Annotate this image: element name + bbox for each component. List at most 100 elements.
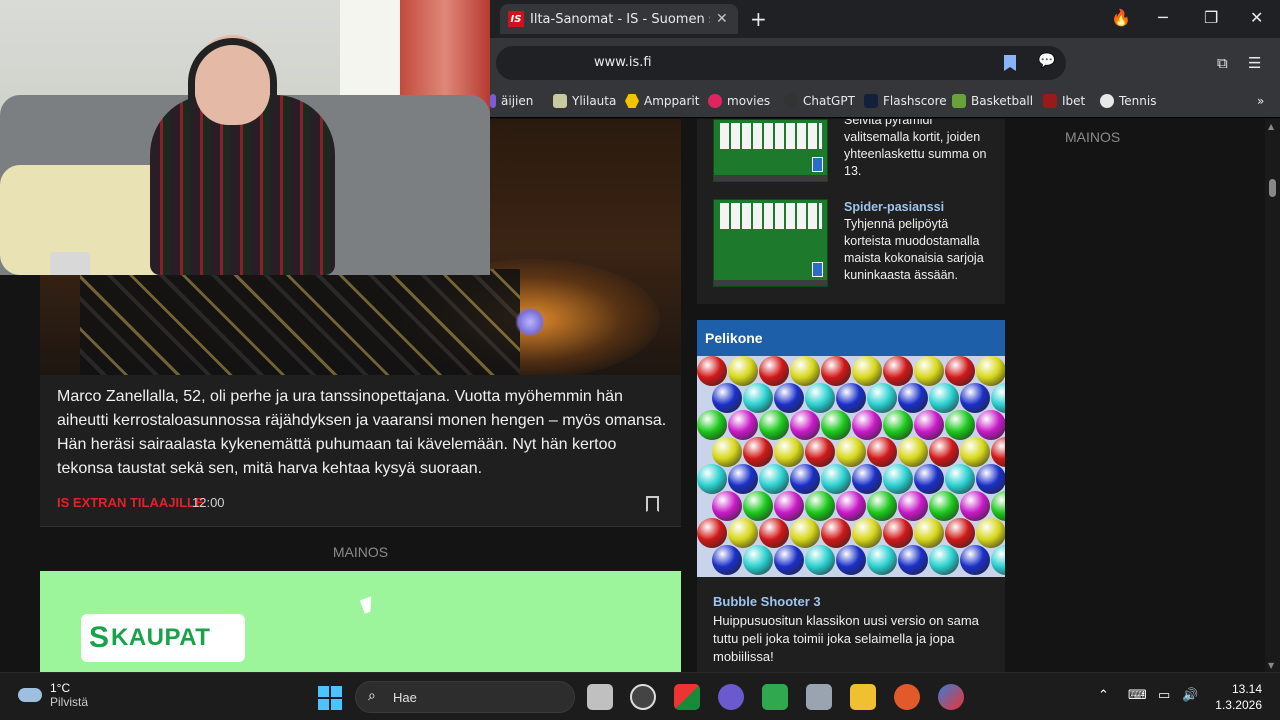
spider-game[interactable]: Spider-pasianssi Tyhjennä pelipöytä kort… — [844, 199, 994, 284]
scroll-up-icon[interactable]: ▲ — [1268, 122, 1274, 131]
bubble-shooter-title[interactable]: Bubble Shooter 3 — [713, 594, 821, 609]
bubble-icon — [991, 545, 1005, 575]
address-bar[interactable]: www.is.fi 💬 — [496, 46, 1066, 80]
spider-title[interactable]: Spider-pasianssi — [844, 199, 994, 216]
flame-icon[interactable]: 🔥 — [1111, 8, 1131, 27]
task-view-icon[interactable] — [587, 684, 613, 710]
copy-icon[interactable]: ⧉ — [1217, 54, 1228, 72]
bookmark-label: Basketball — [971, 94, 1034, 108]
bookmark-favicon-icon — [625, 94, 639, 108]
bubble-icon — [759, 518, 789, 548]
bubble-icon — [712, 437, 742, 467]
article-lead[interactable]: Marco Zanellalla, 52, oli perhe ja ura t… — [57, 385, 667, 481]
bookmark-icon[interactable] — [1004, 55, 1016, 71]
weather-widget[interactable]: 1°C Pilvistä — [18, 681, 88, 709]
obs-icon[interactable] — [630, 684, 656, 710]
windows-logo-tile — [318, 699, 329, 710]
url-text: www.is.fi — [594, 55, 652, 70]
spreadsheet-app-icon[interactable] — [762, 684, 788, 710]
bookmark-chatgpt[interactable]: ChatGPT — [784, 94, 855, 108]
windows-logo-tile — [331, 686, 342, 697]
taskbar-search[interactable]: ⌕ Hae — [355, 681, 575, 713]
bubble-icon — [960, 437, 990, 467]
new-tab-icon[interactable]: + — [750, 7, 767, 31]
bookmark-tennis[interactable]: Tennis — [1100, 94, 1156, 108]
bubble-icon — [929, 383, 959, 413]
pyramid-thumbnail[interactable] — [713, 119, 828, 182]
more-bookmarks-icon[interactable]: » — [1257, 94, 1264, 108]
bubble-icon — [898, 491, 928, 521]
bookmark-favicon-icon — [864, 94, 878, 108]
article-time: 12:00 — [192, 495, 225, 510]
pelikone-header[interactable]: Pelikone — [697, 320, 1005, 356]
headphones-icon — [188, 38, 277, 108]
bookmark-ampparit[interactable]: Ampparit — [625, 94, 699, 108]
bookmark-aijien[interactable]: äijien — [490, 94, 533, 108]
mug-icon — [50, 252, 90, 275]
chat-icon[interactable]: 💬 — [1038, 53, 1055, 69]
bubble-icon — [945, 356, 975, 386]
skaupat-ad[interactable]: S KAUPAT — [40, 571, 681, 672]
status-bar — [714, 175, 827, 181]
search-icon: ⌕ — [368, 688, 376, 704]
bubble-icon — [743, 383, 773, 413]
save-bookmark-icon[interactable] — [646, 496, 659, 512]
close-window-icon[interactable]: ✕ — [1250, 8, 1263, 27]
bubble-icon — [697, 464, 727, 494]
windows-taskbar: 1°C Pilvistä ⌕ Hae ⌃ ⌨ ▭ 🔊 13.14 1.3.202… — [0, 672, 1280, 720]
bubble-icon — [914, 464, 944, 494]
bubble-icon — [728, 464, 758, 494]
restore-icon[interactable]: ❐ — [1204, 8, 1218, 27]
system-clock[interactable]: 13.14 1.3.2026 — [1212, 681, 1262, 713]
bubble-icon — [821, 518, 851, 548]
network-icon[interactable]: ▭ — [1158, 688, 1170, 703]
article-card[interactable]: Marco Zanellalla, 52, oli perhe ja ura t… — [40, 375, 681, 527]
browser-tab[interactable]: IS Ilta-Sanomat - IS - Suomen su ✕ — [500, 4, 738, 34]
app-icon[interactable] — [674, 684, 700, 710]
bookmark-ibet[interactable]: Ibet — [1043, 94, 1085, 108]
minimize-icon[interactable]: ─ — [1158, 8, 1168, 27]
bubble-icon — [697, 518, 727, 548]
bubble-shooter-thumbnail[interactable] — [697, 356, 1005, 577]
pelikone-widget: Pelikone Bubble Shooter 3 Huippusuositun… — [697, 320, 1005, 672]
bubble-icon — [976, 410, 1005, 440]
menu-icon[interactable]: ☰ — [1248, 54, 1261, 72]
is-favicon-icon: IS — [508, 11, 524, 27]
bubble-icon — [852, 410, 882, 440]
bubble-icon — [805, 383, 835, 413]
app-icon[interactable] — [938, 684, 964, 710]
tab-close-icon[interactable]: ✕ — [716, 11, 728, 27]
ad-label-right: MAINOS — [1065, 129, 1121, 145]
keyboard-icon[interactable]: ⌨ — [1128, 688, 1147, 703]
cloud-icon — [18, 688, 42, 702]
bubble-shooter-description: Huippusuositun klassikon uusi versio on … — [713, 613, 979, 664]
bookmark-movies[interactable]: movies — [708, 94, 770, 108]
bubble-icon — [883, 518, 913, 548]
bubble-icon — [991, 491, 1005, 521]
bookmark-basketball[interactable]: Basketball — [952, 94, 1033, 108]
bubble-icon — [774, 545, 804, 575]
bubble-icon — [898, 383, 928, 413]
bookmark-flashscore[interactable]: Flashscore — [864, 94, 947, 108]
page-scrollbar[interactable]: ▲ ▼ — [1265, 119, 1280, 672]
chevron-up-icon[interactable]: ⌃ — [1098, 688, 1109, 703]
scrollbar-thumb[interactable] — [1269, 179, 1276, 197]
spider-thumbnail[interactable] — [713, 199, 828, 287]
openai-icon — [784, 94, 798, 108]
bubble-icon — [697, 356, 727, 386]
pyramid-description[interactable]: Selvitä pyramidi valitsemalla kortit, jo… — [844, 119, 994, 180]
volume-icon[interactable]: 🔊 — [1182, 688, 1198, 703]
camera-app-icon[interactable] — [718, 684, 744, 710]
bookmark-ylilauta[interactable]: Ylilauta — [553, 94, 616, 108]
bookmark-label: Ampparit — [644, 94, 700, 108]
bubble-icon — [945, 410, 975, 440]
scroll-down-icon[interactable]: ▼ — [1268, 661, 1274, 670]
bubble-icon — [852, 518, 882, 548]
file-explorer-icon[interactable] — [850, 684, 876, 710]
bubble-icon — [805, 491, 835, 521]
ad-label: MAINOS — [332, 544, 389, 560]
calculator-icon[interactable] — [806, 684, 832, 710]
bubble-icon — [976, 356, 1005, 386]
duckduckgo-icon[interactable] — [894, 684, 920, 710]
start-button[interactable] — [318, 686, 342, 710]
